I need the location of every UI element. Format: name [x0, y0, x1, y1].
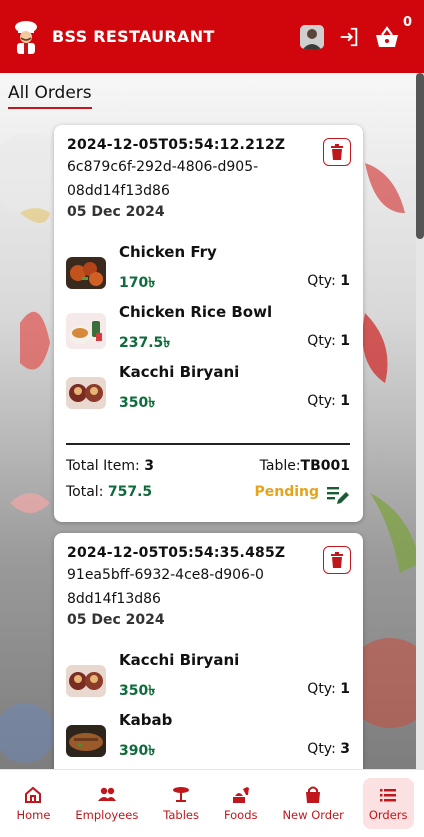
delete-order-button[interactable]	[323, 546, 351, 574]
trash-icon	[331, 552, 343, 568]
nav-home[interactable]: Home	[10, 770, 56, 837]
logout-icon[interactable]	[338, 26, 360, 48]
page-title: All Orders	[8, 83, 92, 109]
order-id: 91ea5bff-6932-4ce8-d906-08dd14f13d86	[67, 567, 264, 607]
order-date: 05 Dec 2024	[67, 612, 165, 628]
cart-count-badge: 0	[402, 14, 412, 30]
item-name: Kabab	[119, 711, 173, 729]
item-price: 170৳	[119, 275, 156, 291]
order-item: Kacchi Biryani 350৳ Qty: 1	[66, 651, 350, 705]
app-title: BSS RESTAURANT	[52, 27, 215, 46]
table-number: TB001	[300, 458, 350, 474]
total-value: 757.5	[107, 484, 153, 500]
table-info: Table:TB001	[259, 458, 350, 474]
bottom-navigation: Home Employees Tables Foods New Order Or…	[0, 769, 424, 837]
order-summary-row: Total Item: 3 Table:TB001	[66, 458, 350, 474]
food-icon	[232, 787, 249, 803]
item-qty: Qty: 1	[307, 681, 350, 697]
order-item: Kabab 390৳ Qty: 3	[66, 711, 350, 765]
order-timestamp: 2024-12-05T05:54:12.212Z	[67, 137, 286, 153]
nav-home-label: Home	[16, 808, 51, 822]
basket-icon	[376, 25, 398, 47]
order-item: Chicken Fry 170৳ Qty: 1	[66, 243, 350, 297]
total-item-value: 3	[144, 458, 154, 474]
list-icon	[380, 789, 397, 802]
people-icon	[97, 787, 116, 801]
total-item-label: Total Item:	[66, 458, 140, 474]
food-thumbnail	[66, 725, 106, 757]
delete-order-button[interactable]	[323, 138, 351, 166]
app-header: BSS RESTAURANT 0	[0, 0, 424, 73]
item-price: 237.5৳	[119, 335, 171, 351]
order-id: 6c879c6f-292d-4806-d905-08dd14f13d86	[67, 159, 259, 199]
item-qty: Qty: 1	[307, 393, 350, 409]
nav-foods-label: Foods	[223, 808, 258, 822]
nav-employees-label: Employees	[75, 808, 139, 822]
status-badge: Pending	[254, 484, 319, 500]
item-name: Kacchi Biryani	[119, 363, 240, 381]
trash-icon	[331, 144, 343, 160]
food-thumbnail	[66, 313, 106, 349]
item-name: Chicken Rice Bowl	[119, 303, 273, 321]
home-icon	[25, 786, 42, 803]
food-thumbnail	[66, 257, 106, 289]
nav-tables-label: Tables	[163, 808, 199, 822]
avatar[interactable]	[300, 24, 324, 49]
nav-orders[interactable]: Orders	[362, 778, 414, 829]
table-icon	[173, 787, 190, 802]
avatar-image	[300, 24, 324, 49]
shopping-bag-icon	[306, 786, 321, 803]
chef-logo-icon	[15, 20, 37, 54]
item-price: 390৳	[119, 743, 156, 759]
nav-tables[interactable]: Tables	[157, 770, 205, 837]
order-timestamp: 2024-12-05T05:54:35.485Z	[67, 545, 286, 561]
item-qty: Qty: 1	[307, 333, 350, 349]
nav-new-order-label: New Order	[282, 808, 344, 822]
order-item: Kacchi Biryani 350৳ Qty: 1	[66, 363, 350, 417]
item-name: Kacchi Biryani	[119, 651, 240, 669]
item-price: 350৳	[119, 395, 156, 411]
item-name: Chicken Fry	[119, 243, 217, 261]
edit-note-icon	[327, 487, 349, 504]
order-card: 2024-12-05T05:54:35.485Z 91ea5bff-6932-4…	[54, 533, 363, 769]
food-thumbnail	[66, 377, 106, 409]
divider	[66, 443, 350, 445]
scrollbar-thumb[interactable]	[416, 73, 424, 239]
nav-foods[interactable]: Foods	[218, 770, 264, 837]
item-price: 350৳	[119, 683, 156, 699]
order-date: 05 Dec 2024	[67, 204, 165, 220]
nav-new-order[interactable]: New Order	[276, 770, 349, 837]
food-thumbnail	[66, 665, 106, 697]
orders-list: All Orders 2024-12-05T05:54:12.212Z 6c87…	[0, 73, 416, 769]
nav-orders-label: Orders	[368, 808, 408, 822]
cart-button[interactable]: 0	[374, 15, 412, 50]
order-card: 2024-12-05T05:54:12.212Z 6c879c6f-292d-4…	[54, 125, 363, 522]
item-qty: Qty: 1	[307, 273, 350, 289]
edit-order-button[interactable]	[325, 482, 351, 508]
item-qty: Qty: 3	[307, 741, 350, 757]
total-label: Total:	[66, 484, 104, 500]
nav-employees[interactable]: Employees	[69, 770, 144, 837]
order-item: Chicken Rice Bowl 237.5৳ Qty: 1	[66, 303, 350, 357]
